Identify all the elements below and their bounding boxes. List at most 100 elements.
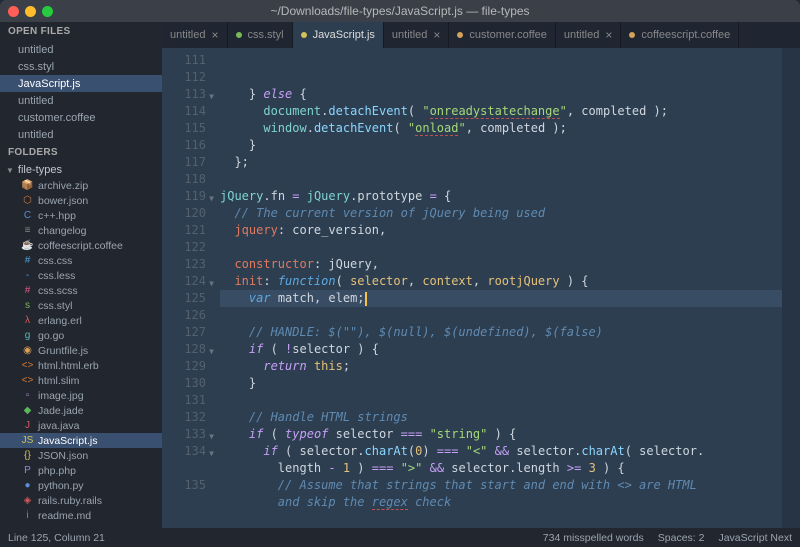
tree-item[interactable]: Cc++.hpp xyxy=(0,208,162,223)
syntax-mode[interactable]: JavaScript Next xyxy=(718,532,792,544)
code-line[interactable]: } xyxy=(220,375,782,392)
tree-item[interactable]: <>html.html.erb xyxy=(0,358,162,373)
open-file-item[interactable]: untitled xyxy=(0,126,162,143)
line-number[interactable]: 117 xyxy=(162,154,206,171)
code-line[interactable] xyxy=(220,69,782,86)
tree-item[interactable]: λerlang.erl xyxy=(0,313,162,328)
code-line[interactable]: if ( !selector ) { xyxy=(220,341,782,358)
code-line[interactable]: // HANDLE: $(""), $(null), $(undefined),… xyxy=(220,324,782,341)
code-line[interactable]: window.detachEvent( "onload", completed … xyxy=(220,120,782,137)
cursor-position[interactable]: Line 125, Column 21 xyxy=(8,532,105,544)
line-number[interactable]: 134▼ xyxy=(162,443,206,460)
code-line[interactable]: document.detachEvent( "onreadystatechang… xyxy=(220,103,782,120)
line-number[interactable]: 126 xyxy=(162,307,206,324)
tree-item[interactable]: #css.scss xyxy=(0,283,162,298)
minimize-icon[interactable] xyxy=(25,6,36,17)
tab[interactable]: coffeescript.coffee xyxy=(621,22,739,48)
close-icon[interactable] xyxy=(8,6,19,17)
fold-icon[interactable]: ▼ xyxy=(209,88,214,105)
code-line[interactable]: init: function( selector, context, rootj… xyxy=(220,273,782,290)
tree-item[interactable]: -css.less xyxy=(0,268,162,283)
code-line[interactable]: and skip the regex check xyxy=(220,494,782,511)
tab[interactable]: untitled× xyxy=(162,22,228,48)
fold-icon[interactable]: ▼ xyxy=(209,428,214,445)
line-number[interactable]: 124▼ xyxy=(162,273,206,290)
tab[interactable]: css.styl xyxy=(228,22,293,48)
line-number[interactable] xyxy=(162,460,206,477)
tree-item[interactable]: {}JSON.json xyxy=(0,448,162,463)
tree-item[interactable]: ▫image.jpg xyxy=(0,388,162,403)
line-number[interactable]: 120 xyxy=(162,205,206,222)
line-number[interactable]: 128▼ xyxy=(162,341,206,358)
code-line[interactable]: jQuery.fn = jQuery.prototype = { xyxy=(220,188,782,205)
line-number[interactable]: 118 xyxy=(162,171,206,188)
indent-status[interactable]: Spaces: 2 xyxy=(658,532,705,544)
code-line[interactable]: return this; xyxy=(220,358,782,375)
tree-item[interactable]: scss.styl xyxy=(0,298,162,313)
line-number[interactable]: 116 xyxy=(162,137,206,154)
line-gutter[interactable]: 111112113▼114115116117118119▼12012112212… xyxy=(162,48,216,528)
fold-icon[interactable]: ▼ xyxy=(209,343,214,360)
line-number[interactable]: 113▼ xyxy=(162,86,206,103)
tree-item[interactable]: ◆Jade.jade xyxy=(0,403,162,418)
line-number[interactable]: 129 xyxy=(162,358,206,375)
line-number[interactable]: 114 xyxy=(162,103,206,120)
code-line[interactable]: if ( selector.charAt(0) === "<" && selec… xyxy=(220,443,782,460)
tree-item[interactable]: ireadme.md xyxy=(0,508,162,523)
tree-item[interactable]: ☕coffeescript.coffee xyxy=(0,238,162,253)
line-number[interactable] xyxy=(162,494,206,511)
code-line[interactable]: length - 1 ) === ">" && selector.length … xyxy=(220,460,782,477)
tree-item[interactable]: ◈rails.ruby.rails xyxy=(0,493,162,508)
tree-item[interactable]: ⬡bower.json xyxy=(0,193,162,208)
code-line[interactable]: // The current version of jQuery being u… xyxy=(220,205,782,222)
fold-icon[interactable]: ▼ xyxy=(209,275,214,292)
code-line[interactable]: var match, elem; xyxy=(220,290,782,307)
tree-item[interactable]: Pphp.php xyxy=(0,463,162,478)
line-number[interactable]: 122 xyxy=(162,239,206,256)
line-number[interactable]: 123 xyxy=(162,256,206,273)
open-file-item[interactable]: JavaScript.js xyxy=(0,75,162,92)
minimap[interactable] xyxy=(782,48,800,528)
line-number[interactable]: 125 xyxy=(162,290,206,307)
maximize-icon[interactable] xyxy=(42,6,53,17)
tree-item[interactable]: Jjava.java xyxy=(0,418,162,433)
code-line[interactable] xyxy=(220,52,782,69)
code-line[interactable] xyxy=(220,239,782,256)
code-line[interactable] xyxy=(220,392,782,409)
line-number[interactable]: 130 xyxy=(162,375,206,392)
code-line[interactable]: if ( typeof selector === "string" ) { xyxy=(220,426,782,443)
line-number[interactable]: 115 xyxy=(162,120,206,137)
code-line[interactable]: jquery: core_version, xyxy=(220,222,782,239)
open-file-item[interactable]: customer.coffee xyxy=(0,109,162,126)
line-number[interactable]: 131 xyxy=(162,392,206,409)
tree-item[interactable]: 📦archive.zip xyxy=(0,178,162,193)
line-number[interactable]: 133▼ xyxy=(162,426,206,443)
code-line[interactable] xyxy=(220,307,782,324)
tree-item[interactable]: ≡changelog xyxy=(0,223,162,238)
tree-item[interactable]: ●python.py xyxy=(0,478,162,493)
close-icon[interactable]: × xyxy=(211,28,218,42)
code-line[interactable]: } else { xyxy=(220,86,782,103)
code-line[interactable]: }; xyxy=(220,154,782,171)
open-file-item[interactable]: untitled xyxy=(0,92,162,109)
tree-item[interactable]: ggo.go xyxy=(0,328,162,343)
open-file-item[interactable]: css.styl xyxy=(0,58,162,75)
tree-item[interactable]: <>html.slim xyxy=(0,373,162,388)
tab[interactable]: JavaScript.js xyxy=(293,22,384,48)
line-number[interactable]: 121 xyxy=(162,222,206,239)
tree-item[interactable]: #css.css xyxy=(0,253,162,268)
line-number[interactable]: 119▼ xyxy=(162,188,206,205)
folder-root[interactable]: ▼ file-types xyxy=(0,162,162,178)
code-line[interactable]: // Handle HTML strings xyxy=(220,409,782,426)
code-line[interactable]: } xyxy=(220,137,782,154)
code-line[interactable]: constructor: jQuery, xyxy=(220,256,782,273)
code-line[interactable] xyxy=(220,171,782,188)
tree-item[interactable]: ◉Gruntfile.js xyxy=(0,343,162,358)
code-line[interactable]: // Assume that strings that start and en… xyxy=(220,477,782,494)
fold-icon[interactable]: ▼ xyxy=(209,190,214,207)
tab[interactable]: untitled× xyxy=(556,22,622,48)
code-content[interactable]: } else { document.detachEvent( "onreadys… xyxy=(216,48,782,528)
tree-item[interactable]: JSJavaScript.js xyxy=(0,433,162,448)
close-icon[interactable]: × xyxy=(433,28,440,42)
close-icon[interactable]: × xyxy=(605,28,612,42)
